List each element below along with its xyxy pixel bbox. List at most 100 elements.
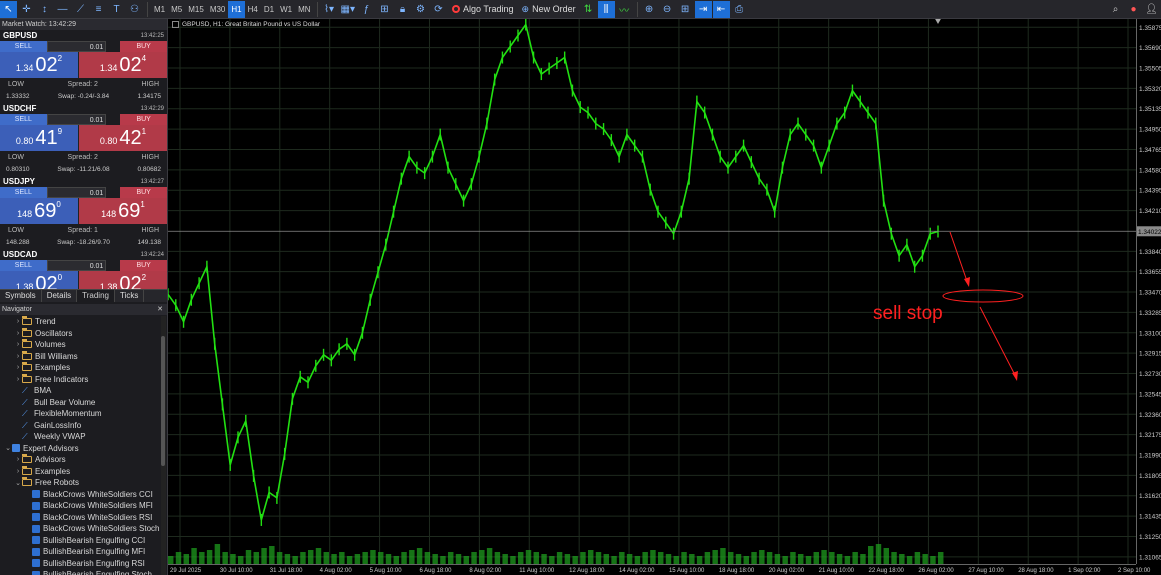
bid-price-button[interactable]: 1.34 02 2 (0, 52, 78, 78)
bid-price-button[interactable]: 1.38 02 0 (0, 271, 78, 289)
navigator-item[interactable]: › Volumes (0, 339, 160, 351)
navigator-item[interactable]: ⌄ Free Robots (0, 477, 160, 489)
text-tool-icon[interactable]: T (108, 1, 125, 18)
tab-trading[interactable]: Trading (77, 290, 115, 302)
timeframe-m5[interactable]: M5 (168, 1, 185, 18)
settings-icon[interactable]: ⚙ (412, 1, 429, 18)
buy-button[interactable]: BUY (120, 41, 167, 52)
chevron-down-icon[interactable]: ⌄ (14, 479, 22, 487)
price-chart[interactable]: 1.35875 1.35690 1.35505 1.35320 1.35135 1.349… (168, 19, 1161, 575)
buy-button[interactable]: BUY (120, 260, 167, 271)
sell-button[interactable]: SELL (0, 41, 47, 52)
navigator-item[interactable]: BullishBearish Engulfing Stoch (0, 569, 160, 575)
notifications-icon[interactable]: ● (1125, 1, 1142, 18)
navigator-item[interactable]: ⟋ GainLossInfo (0, 420, 160, 432)
timeframe-m30[interactable]: M30 (207, 1, 229, 18)
chevron-right-icon[interactable]: › (14, 456, 22, 463)
navigator-item[interactable]: ⟋ FlexibleMomentum (0, 408, 160, 420)
navigator-item[interactable]: › Examples (0, 362, 160, 374)
navigator-item[interactable]: › Oscillators (0, 327, 160, 340)
ask-price-button[interactable]: 1.34 02 4 (78, 52, 167, 78)
vertical-line-icon[interactable]: ↕ (36, 1, 53, 18)
symbol-name[interactable]: GBPUSD (3, 31, 37, 40)
chart-type-icon[interactable]: ⌇▾ (321, 1, 338, 18)
bid-price-button[interactable]: 148 69 0 (0, 198, 78, 224)
chevron-right-icon[interactable]: › (14, 318, 22, 325)
cursor-icon[interactable]: ↖ (0, 0, 17, 18)
algo-trading-button[interactable]: Algo Trading (448, 4, 518, 14)
ask-price-button[interactable]: 0.80 42 1 (78, 125, 167, 151)
channel-icon[interactable]: ≡ (90, 1, 107, 18)
screenshot-icon[interactable]: ⎙ (731, 1, 748, 18)
lot-size-input[interactable]: 0.01 (46, 41, 107, 52)
timeframe-h4[interactable]: H4 (245, 1, 261, 18)
lot-size-input[interactable]: 0.01 (46, 260, 107, 271)
close-icon[interactable]: ✕ (157, 304, 167, 315)
chevron-right-icon[interactable]: › (14, 364, 22, 371)
buy-button[interactable]: BUY (120, 187, 167, 198)
navigator-item[interactable]: BlackCrows WhiteSoldiers MFI (0, 500, 160, 512)
tab-ticks[interactable]: Ticks (115, 290, 145, 302)
shapes-icon[interactable]: ⚇ (126, 1, 143, 18)
zoom-in-icon[interactable]: ⊕ (641, 1, 658, 18)
objects-icon[interactable]: ⊞ (376, 1, 393, 18)
ask-price-button[interactable]: 148 69 1 (78, 198, 167, 224)
navigator-item[interactable]: BlackCrows WhiteSoldiers CCI (0, 489, 160, 501)
navigator-item[interactable]: BullishBearish Engulfing MFI (0, 546, 160, 558)
lot-size-input[interactable]: 0.01 (46, 187, 107, 198)
chevron-right-icon[interactable]: › (14, 341, 22, 348)
timeframe-w1[interactable]: W1 (277, 1, 295, 18)
navigator-item[interactable]: ⟋ Weekly VWAP (0, 431, 160, 443)
chevron-right-icon[interactable]: › (14, 353, 22, 360)
chevron-down-icon[interactable]: ⌄ (4, 444, 12, 452)
timeframe-d1[interactable]: D1 (261, 1, 277, 18)
navigator-item[interactable]: BullishBearish Engulfing RSI (0, 558, 160, 570)
depth-icon[interactable]: ⇅ (580, 1, 597, 18)
chart-shift-marker[interactable] (934, 19, 942, 24)
navigator-scrollbar[interactable] (161, 316, 166, 575)
navigator-item[interactable]: ⟋ Bull Bear Volume (0, 397, 160, 409)
navigator-item[interactable]: › Bill Williams (0, 350, 160, 363)
search-icon[interactable]: ⌕ (1107, 1, 1124, 18)
chevron-right-icon[interactable]: › (14, 468, 22, 475)
navigator-item[interactable]: ⟋ BMA (0, 385, 160, 397)
bid-price-button[interactable]: 0.80 41 9 (0, 125, 78, 151)
navigator-item[interactable]: ⌄ Expert Advisors (0, 443, 160, 455)
ask-price-button[interactable]: 1.38 02 2 (78, 271, 167, 289)
timeframe-m1[interactable]: M1 (151, 1, 168, 18)
lot-size-input[interactable]: 0.01 (46, 114, 107, 125)
grid-icon[interactable]: ⊞ (677, 1, 694, 18)
bar-chart-icon[interactable]: ⫼ (597, 0, 615, 18)
zoom-out-icon[interactable]: ⊖ (659, 1, 676, 18)
new-order-button[interactable]: ⊕ New Order (518, 4, 580, 15)
refresh-icon[interactable]: ⟳ (430, 1, 447, 18)
indicators-icon[interactable]: ƒ (358, 1, 375, 18)
navigator-item[interactable]: › Trend (0, 316, 160, 328)
line-chart-icon[interactable]: 〰 (616, 1, 633, 18)
navigator-item[interactable]: BlackCrows WhiteSoldiers RSI (0, 512, 160, 524)
templates-icon[interactable]: ▦▾ (339, 1, 357, 18)
symbol-name[interactable]: USDJPY (3, 177, 35, 186)
chart-canvas[interactable]: 1.35875 1.35690 1.35505 1.35320 1.35135 1.349… (168, 19, 1161, 575)
timeframe-m15[interactable]: M15 (185, 1, 207, 18)
navigator-item[interactable]: BlackCrows WhiteSoldiers Stoch (0, 523, 160, 535)
lock-icon[interactable]: 🔒︎ (394, 1, 411, 18)
sell-button[interactable]: SELL (0, 114, 47, 125)
tab-symbols[interactable]: Symbols (0, 290, 42, 302)
symbol-name[interactable]: USDCHF (3, 104, 36, 113)
horizontal-line-icon[interactable]: — (54, 1, 71, 18)
tab-details[interactable]: Details (42, 290, 78, 302)
chart-shift-icon[interactable]: ⇤ (712, 0, 730, 18)
sell-button[interactable]: SELL (0, 260, 47, 271)
navigator-item[interactable]: › Advisors (0, 454, 160, 466)
trendline-icon[interactable]: ⟋ (72, 1, 89, 18)
autoscroll-icon[interactable]: ⇥ (694, 0, 712, 18)
symbol-name[interactable]: USDCAD (3, 250, 37, 259)
timeframe-mn[interactable]: MN (295, 1, 313, 18)
chevron-right-icon[interactable]: › (14, 330, 22, 337)
navigator-item[interactable]: › Examples (0, 465, 160, 478)
timeframe-h1[interactable]: H1 (228, 0, 245, 18)
buy-button[interactable]: BUY (120, 114, 167, 125)
account-icon[interactable]: 👤︎ (1143, 1, 1160, 18)
chevron-right-icon[interactable]: › (14, 376, 22, 383)
